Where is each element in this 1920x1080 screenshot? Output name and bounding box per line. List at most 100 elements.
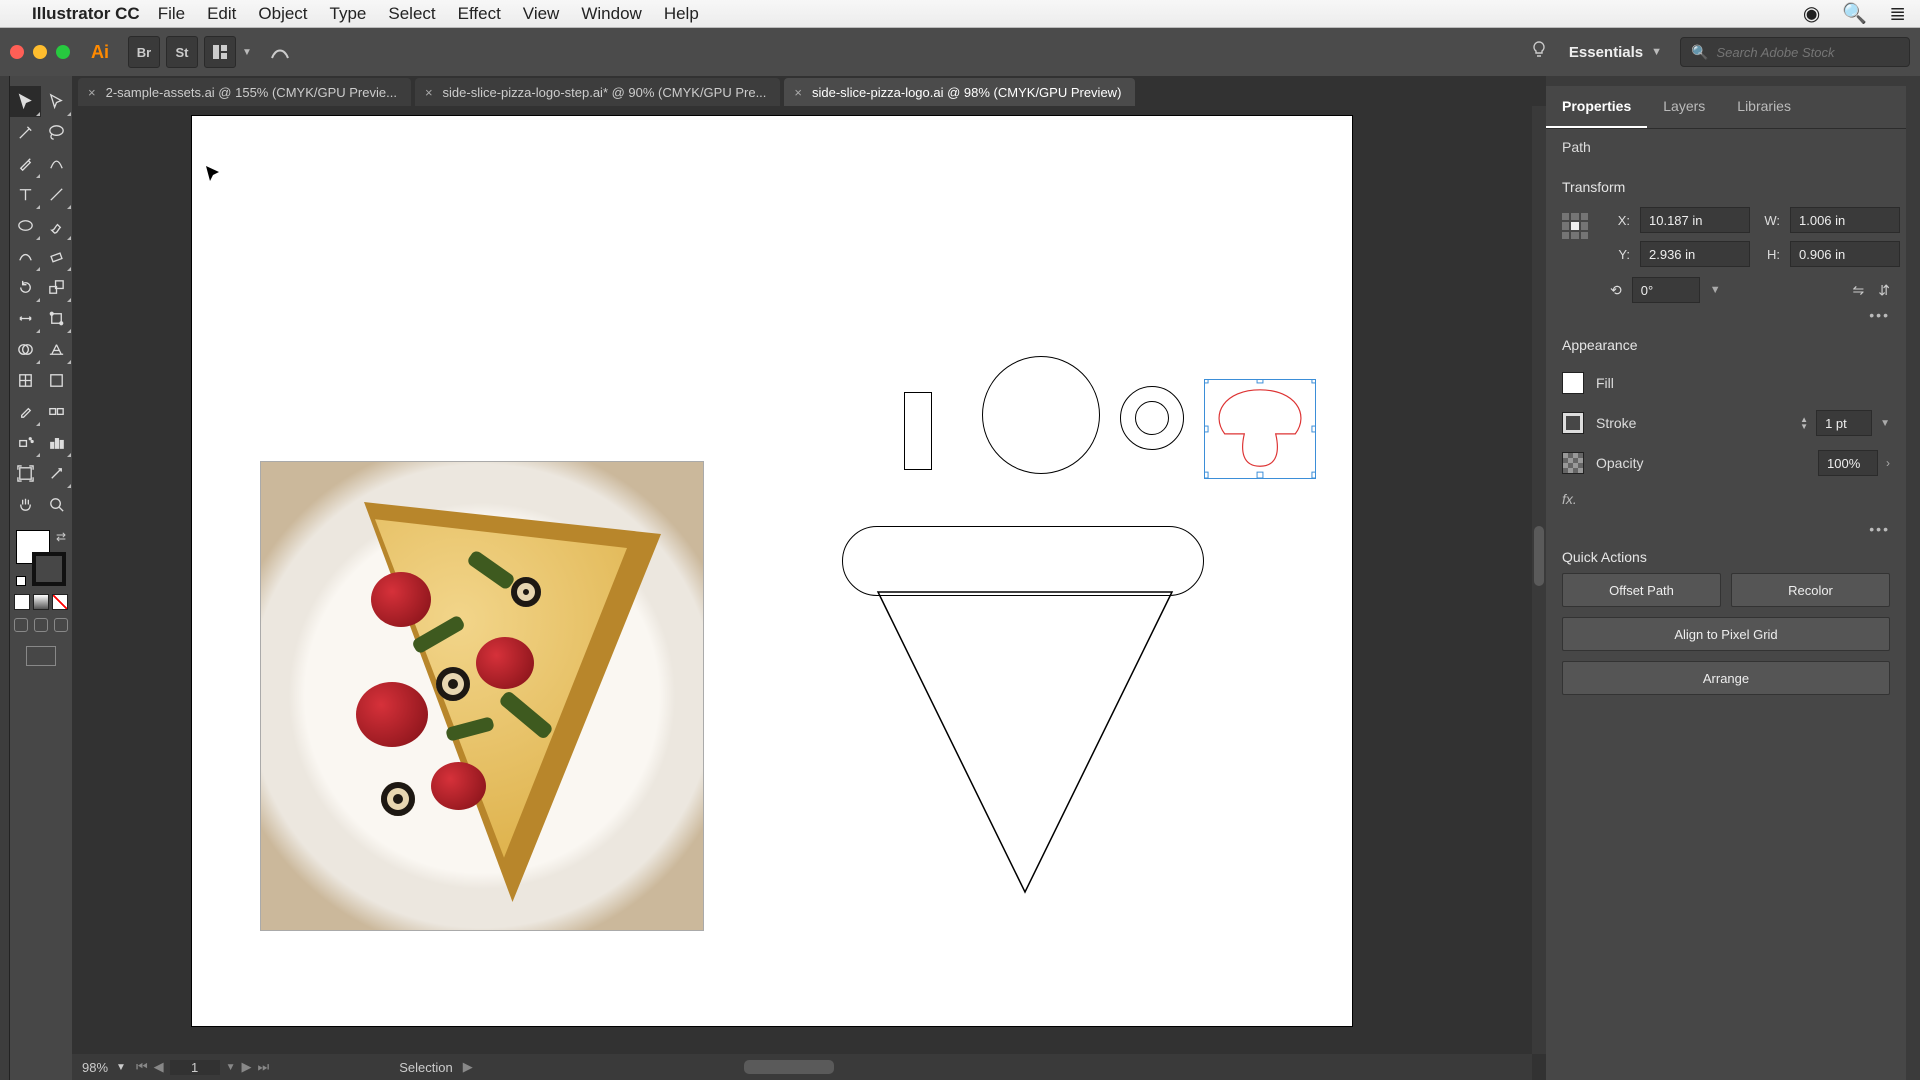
shape-builder-tool[interactable]: [10, 334, 41, 365]
menu-effect[interactable]: Effect: [458, 4, 501, 24]
menu-list-icon[interactable]: ≣: [1889, 1, 1906, 26]
artboard-nav[interactable]: ⏮ ◀ ▼ ▶ ⏭: [136, 1059, 269, 1075]
draw-normal[interactable]: [14, 618, 28, 632]
shaper-tool[interactable]: [10, 241, 41, 272]
artboard-number[interactable]: [170, 1060, 220, 1075]
draw-inside[interactable]: [54, 618, 68, 632]
menu-select[interactable]: Select: [388, 4, 435, 24]
chevron-down-icon[interactable]: ▼: [1710, 284, 1721, 296]
stroke-stepper[interactable]: ▲▼: [1800, 416, 1808, 430]
bridge-button[interactable]: Br: [128, 36, 160, 68]
screen-mode-button[interactable]: [26, 646, 56, 666]
fill-swatch[interactable]: [1562, 372, 1584, 394]
arrange-documents-button[interactable]: ▼: [204, 36, 258, 68]
triangle-path[interactable]: [872, 586, 1178, 898]
type-tool[interactable]: [10, 179, 41, 210]
w-input[interactable]: 1.006 in: [1790, 207, 1900, 233]
circle-path[interactable]: [982, 356, 1100, 474]
perspective-grid-tool[interactable]: [41, 334, 72, 365]
zoom-control[interactable]: 98% ▼: [82, 1060, 126, 1075]
ellipse-tool[interactable]: [10, 210, 41, 241]
rotate-tool[interactable]: [10, 272, 41, 303]
flip-horizontal-icon[interactable]: ⇋: [1853, 282, 1865, 299]
eyedropper-tool[interactable]: [10, 396, 41, 427]
more-options-icon[interactable]: •••: [1546, 521, 1906, 537]
workspace-switcher[interactable]: Essentials ▼: [1569, 44, 1662, 61]
selection-tool[interactable]: [10, 86, 41, 117]
more-options-icon[interactable]: •••: [1546, 307, 1906, 323]
offset-path-button[interactable]: Offset Path: [1562, 573, 1721, 607]
color-mode-gradient[interactable]: [33, 594, 49, 610]
free-transform-tool[interactable]: [41, 303, 72, 334]
doc-tab[interactable]: × side-slice-pizza-logo-step.ai* @ 90% (…: [415, 78, 780, 106]
line-tool[interactable]: [41, 179, 72, 210]
creative-cloud-icon[interactable]: ◉: [1803, 1, 1820, 26]
menu-type[interactable]: Type: [330, 4, 367, 24]
artboard-tool[interactable]: [10, 458, 41, 489]
eraser-tool[interactable]: [41, 241, 72, 272]
mesh-tool[interactable]: [10, 365, 41, 396]
swap-fill-stroke-icon[interactable]: ⇄: [56, 530, 66, 544]
collapsed-panel-right[interactable]: [1906, 76, 1920, 1080]
selected-path[interactable]: [1204, 379, 1316, 479]
pen-tool[interactable]: [10, 148, 41, 179]
chevron-right-icon[interactable]: ›: [1886, 456, 1890, 470]
width-tool[interactable]: [10, 303, 41, 334]
menu-window[interactable]: Window: [581, 4, 641, 24]
flip-vertical-icon[interactable]: ⇵: [1878, 282, 1890, 299]
zoom-tool[interactable]: [41, 489, 72, 520]
y-input[interactable]: 2.936 in: [1640, 241, 1750, 267]
opacity-input[interactable]: 100%: [1818, 450, 1878, 476]
next-icon[interactable]: ▶: [242, 1059, 252, 1075]
fill-stroke-control[interactable]: ⇄: [16, 530, 66, 586]
menu-object[interactable]: Object: [258, 4, 307, 24]
close-tab-icon[interactable]: ×: [794, 85, 802, 100]
rectangle-path[interactable]: [904, 392, 932, 470]
search-stock[interactable]: 🔍: [1680, 37, 1910, 67]
status-menu-icon[interactable]: ▶: [463, 1059, 473, 1075]
blend-tool[interactable]: [41, 396, 72, 427]
menu-edit[interactable]: Edit: [207, 4, 236, 24]
tab-properties[interactable]: Properties: [1546, 86, 1647, 128]
h-input[interactable]: 0.906 in: [1790, 241, 1900, 267]
x-input[interactable]: 10.187 in: [1640, 207, 1750, 233]
menu-file[interactable]: File: [158, 4, 185, 24]
close-tab-icon[interactable]: ×: [425, 85, 433, 100]
slice-tool[interactable]: [41, 458, 72, 489]
arrange-button[interactable]: Arrange: [1562, 661, 1890, 695]
default-fill-stroke-icon[interactable]: [16, 576, 26, 586]
menu-view[interactable]: View: [523, 4, 560, 24]
stock-button[interactable]: St: [166, 36, 198, 68]
window-close[interactable]: [10, 45, 24, 59]
fx-button[interactable]: fx.: [1546, 487, 1906, 521]
last-icon[interactable]: ⏭: [258, 1059, 270, 1075]
horizontal-scrollbar[interactable]: 98% ▼ ⏮ ◀ ▼ ▶ ⏭ Selection ▶: [72, 1054, 1532, 1080]
artboard[interactable]: [192, 116, 1352, 1026]
spotlight-icon[interactable]: 🔍: [1842, 1, 1867, 26]
window-maximize[interactable]: [56, 45, 70, 59]
gpu-preview-icon[interactable]: [264, 36, 296, 68]
paintbrush-tool[interactable]: [41, 210, 72, 241]
stroke-weight-input[interactable]: 1 pt: [1816, 410, 1872, 436]
recolor-button[interactable]: Recolor: [1731, 573, 1890, 607]
doc-tab[interactable]: × 2-sample-assets.ai @ 155% (CMYK/GPU Pr…: [78, 78, 411, 106]
prev-icon[interactable]: ◀: [154, 1059, 164, 1075]
vertical-scrollbar[interactable]: [1532, 106, 1546, 1054]
draw-behind[interactable]: [34, 618, 48, 632]
rotate-input[interactable]: 0°: [1632, 277, 1700, 303]
chevron-down-icon[interactable]: ▼: [1880, 418, 1890, 429]
close-tab-icon[interactable]: ×: [88, 85, 96, 100]
color-mode-none[interactable]: [52, 594, 68, 610]
lasso-tool[interactable]: [41, 117, 72, 148]
compound-circle-path[interactable]: [1120, 386, 1184, 450]
tab-libraries[interactable]: Libraries: [1721, 86, 1807, 128]
stroke-swatch[interactable]: [1562, 412, 1584, 434]
stroke-chip[interactable]: [32, 552, 66, 586]
gradient-tool[interactable]: [41, 365, 72, 396]
align-pixel-grid-button[interactable]: Align to Pixel Grid: [1562, 617, 1890, 651]
window-minimize[interactable]: [33, 45, 47, 59]
color-mode-solid[interactable]: [14, 594, 30, 610]
direct-selection-tool[interactable]: [41, 86, 72, 117]
opacity-swatch[interactable]: [1562, 452, 1584, 474]
symbol-sprayer-tool[interactable]: [10, 427, 41, 458]
